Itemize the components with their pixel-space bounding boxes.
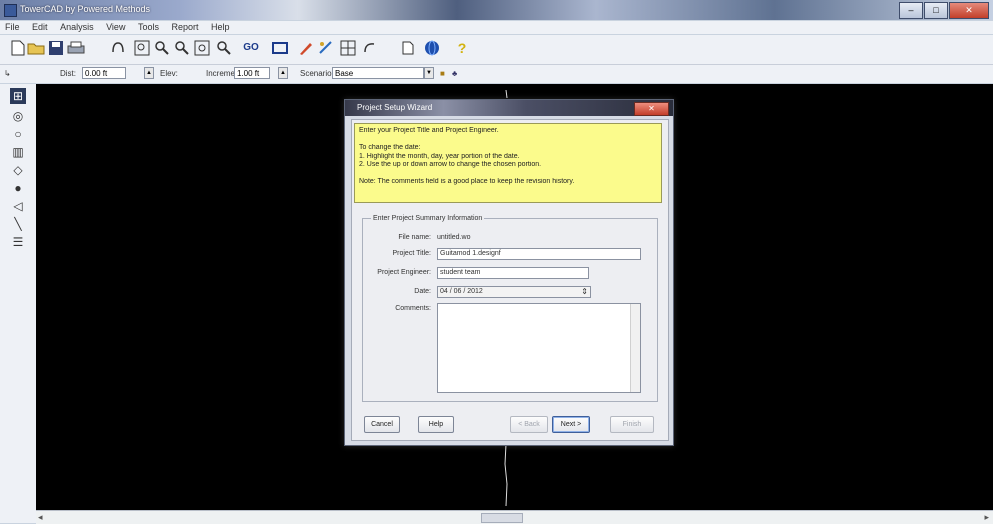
instruction-line: Note: The comments field is a good place… bbox=[359, 178, 575, 185]
toolbar-arrow-icon: ↳ bbox=[4, 69, 11, 78]
scroll-right-icon[interactable]: ▸ bbox=[984, 511, 989, 523]
list-icon[interactable]: ☰ bbox=[10, 234, 26, 250]
instructions-panel: Enter your Project Title and Project Eng… bbox=[354, 123, 662, 203]
instruction-line bbox=[359, 170, 657, 179]
project-engineer-label: Project Engineer: bbox=[377, 269, 431, 276]
dot-icon[interactable]: ● bbox=[10, 180, 26, 196]
finish-button[interactable]: Finish bbox=[610, 416, 654, 433]
comments-textarea[interactable] bbox=[437, 303, 641, 393]
menu-tools[interactable]: Tools bbox=[133, 21, 164, 34]
bar-chart-icon[interactable]: ▥ bbox=[10, 144, 26, 160]
instruction-line: 1. Highlight the month, day, year portio… bbox=[359, 152, 520, 160]
elev-label: Elev: bbox=[160, 69, 178, 78]
menu-bar: File Edit Analysis View Tools Report Hel… bbox=[0, 21, 993, 34]
next-button[interactable]: Next > bbox=[552, 416, 590, 433]
scenario-folder-icon[interactable]: ■ bbox=[440, 68, 445, 80]
print-icon[interactable] bbox=[66, 38, 86, 58]
comments-scrollbar[interactable] bbox=[630, 304, 640, 392]
select-icon[interactable]: ⊞ bbox=[10, 88, 26, 104]
dialog-title-bar: Project Setup Wizard ✕ bbox=[345, 100, 673, 116]
instruction-line: To change the date: bbox=[359, 144, 421, 151]
summary-groupbox: Enter Project Summary Information File n… bbox=[362, 214, 658, 402]
dist-label: Dist: bbox=[60, 69, 76, 78]
instruction-line: Enter your Project Title and Project Eng… bbox=[359, 127, 499, 134]
date-picker[interactable]: 04 / 06 / 2012 ⇕ bbox=[437, 286, 591, 298]
project-title-label: Project Title: bbox=[392, 250, 431, 257]
small-node-icon[interactable]: ○ bbox=[10, 126, 26, 142]
pan-icon[interactable] bbox=[214, 38, 234, 58]
window-controls: – □ ✕ bbox=[898, 2, 989, 19]
settings-toolbar: ↳ Dist: 0.00 ft ▲ Elev: Increment 1.00 f… bbox=[0, 65, 993, 83]
menu-view[interactable]: View bbox=[101, 21, 130, 34]
globe-icon[interactable] bbox=[422, 38, 442, 58]
main-toolbar: GO ? bbox=[0, 35, 993, 65]
minimize-button[interactable]: – bbox=[899, 2, 923, 19]
zoom-window-icon[interactable] bbox=[132, 38, 152, 58]
project-title-input[interactable]: Guitamod 1.designf bbox=[437, 248, 641, 260]
zoom-in-icon[interactable] bbox=[152, 38, 172, 58]
file-name-label: File name: bbox=[398, 234, 431, 241]
scenario-label: Scenario bbox=[300, 69, 332, 78]
project-setup-dialog: Project Setup Wizard ✕ Enter your Projec… bbox=[344, 99, 674, 446]
cancel-button[interactable]: Cancel bbox=[364, 416, 400, 433]
comments-label: Comments: bbox=[395, 305, 431, 312]
instruction-line: 2. Use the up or down arrow to change th… bbox=[359, 161, 542, 168]
triangle-icon[interactable]: ◁ bbox=[10, 198, 26, 214]
increment-spin[interactable]: ▲ bbox=[278, 67, 288, 79]
increment-input[interactable]: 1.00 ft bbox=[234, 67, 270, 79]
help-button[interactable]: Help bbox=[418, 416, 454, 433]
tool-palette: ⊞ ◎ ○ ▥ ◇ ● ◁ ╲ ☰ bbox=[0, 84, 36, 523]
undo-curve-icon[interactable] bbox=[108, 38, 128, 58]
save-icon[interactable] bbox=[46, 38, 66, 58]
zoom-extents-icon[interactable] bbox=[192, 38, 212, 58]
open-folder-icon[interactable] bbox=[26, 38, 46, 58]
date-value: 04 / 06 / 2012 bbox=[440, 288, 483, 295]
menu-help[interactable]: Help bbox=[206, 21, 235, 34]
go-button[interactable]: GO bbox=[240, 38, 262, 58]
dist-spin[interactable]: ▲ bbox=[144, 67, 154, 79]
pencil-icon[interactable] bbox=[296, 38, 316, 58]
shape-icon[interactable]: ◇ bbox=[10, 162, 26, 178]
rectangle-icon[interactable] bbox=[270, 38, 290, 58]
scenario-select[interactable]: Base bbox=[332, 67, 424, 79]
horizontal-scrollbar[interactable]: ◂ ▸ bbox=[36, 510, 993, 524]
menu-report[interactable]: Report bbox=[167, 21, 204, 34]
window-title-bar: TowerCAD by Powered Methods – □ ✕ bbox=[0, 0, 993, 20]
date-label: Date: bbox=[414, 288, 431, 295]
window-title: TowerCAD by Powered Methods bbox=[20, 4, 151, 14]
instruction-line bbox=[359, 136, 657, 145]
file-name-value: untitled.wo bbox=[437, 234, 471, 241]
scroll-thumb[interactable] bbox=[481, 513, 523, 523]
grid-icon[interactable] bbox=[338, 38, 358, 58]
zoom-out-icon[interactable] bbox=[172, 38, 192, 58]
scroll-left-icon[interactable]: ◂ bbox=[38, 511, 43, 523]
date-spin-icon[interactable]: ⇕ bbox=[581, 287, 588, 297]
dist-input[interactable]: 0.00 ft bbox=[82, 67, 126, 79]
dialog-title: Project Setup Wizard bbox=[357, 103, 433, 112]
line-icon[interactable]: ╲ bbox=[10, 216, 26, 232]
new-file-icon[interactable] bbox=[8, 38, 28, 58]
back-button[interactable]: < Back bbox=[510, 416, 548, 433]
app-icon bbox=[4, 4, 17, 17]
dialog-close-button[interactable]: ✕ bbox=[634, 102, 669, 116]
insert-icon[interactable] bbox=[398, 38, 418, 58]
scenario-manage-icon[interactable]: ♣ bbox=[452, 68, 457, 80]
maximize-button[interactable]: □ bbox=[924, 2, 948, 19]
group-label: Enter Project Summary Information bbox=[371, 214, 485, 223]
menu-file[interactable]: File bbox=[0, 21, 25, 34]
project-engineer-input[interactable]: student team bbox=[437, 267, 589, 279]
rotate-icon[interactable] bbox=[360, 38, 380, 58]
close-window-button[interactable]: ✕ bbox=[949, 2, 989, 19]
help-icon[interactable]: ? bbox=[452, 38, 472, 58]
circle-node-icon[interactable]: ◎ bbox=[10, 108, 26, 124]
pen-tool-icon[interactable] bbox=[316, 38, 336, 58]
scenario-dropdown-icon[interactable]: ▼ bbox=[424, 67, 434, 79]
dialog-body: Enter your Project Title and Project Eng… bbox=[351, 119, 669, 441]
menu-edit[interactable]: Edit bbox=[27, 21, 53, 34]
menu-analysis[interactable]: Analysis bbox=[55, 21, 99, 34]
